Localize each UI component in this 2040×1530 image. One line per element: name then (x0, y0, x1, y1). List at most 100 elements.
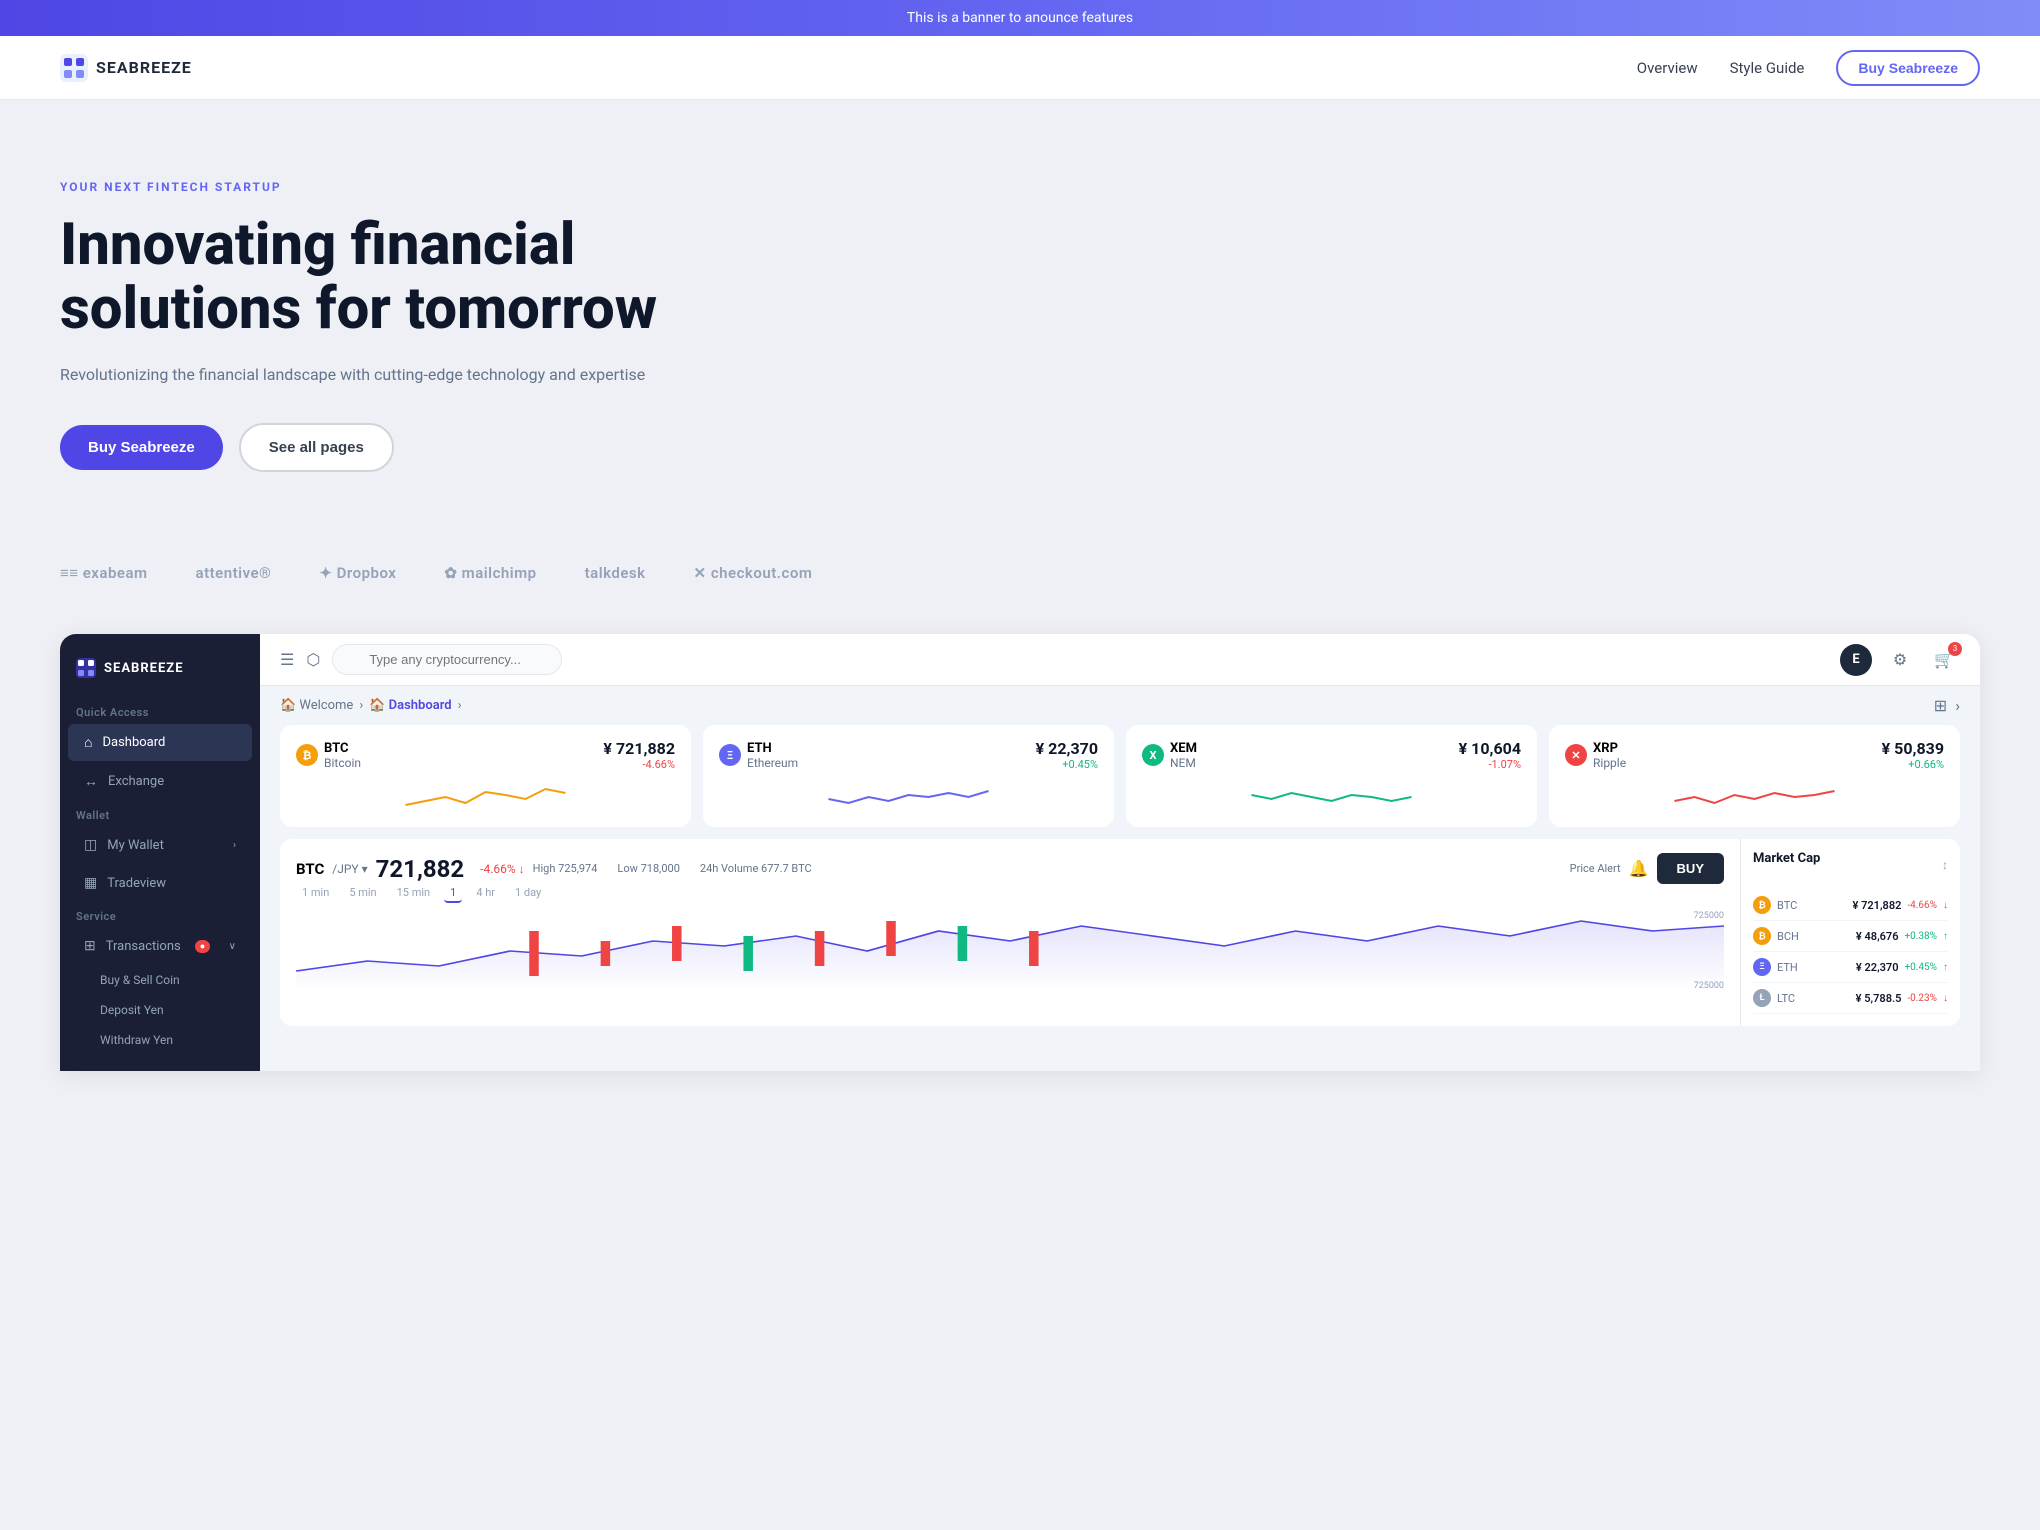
sidebar-logo: SEABREEZE (60, 650, 260, 698)
sidebar-item-label: Tradeview (107, 876, 166, 891)
view-toggle: ⊞ › (1934, 696, 1960, 715)
time-tabs: 1 min 5 min 15 min 1 4 hr 1 day (296, 884, 1724, 903)
eth-icon: Ξ (719, 744, 741, 766)
market-row-bch[interactable]: ₿ BCH ¥ 48,676 +0.38% ↑ (1753, 921, 1948, 952)
logo-icon (60, 54, 88, 82)
sidebar-item-transactions[interactable]: ⊞ Transactions ● ∨ (68, 928, 252, 964)
time-tab-5min[interactable]: 5 min (343, 884, 382, 903)
sidebar-item-exchange[interactable]: ↔ Exchange (68, 763, 252, 800)
market-cap-panel: Market Cap ↕ ₿ BTC ¥ 721,882 -4.66% ↓ ₿ … (1740, 839, 1960, 1026)
logo-checkout: ✕ checkout.com (694, 564, 813, 582)
coin-card-eth: Ξ ETH Ethereum ¥ 22,370 +0.45% (703, 725, 1114, 827)
sidebar-quick-access-label: Quick Access (60, 698, 260, 723)
price-alert-icon[interactable]: 🔔 (1629, 859, 1649, 878)
market-bch-icon: ₿ (1753, 927, 1771, 945)
hero-buttons: Buy Seabreeze See all pages (60, 423, 700, 472)
xem-icon: X (1142, 744, 1164, 766)
hero-title: Innovating financial solutions for tomor… (60, 214, 700, 342)
time-tab-1min[interactable]: 1 min (296, 884, 335, 903)
eth-symbol: ETH (747, 741, 798, 756)
sidebar-item-withdraw[interactable]: Withdraw Yen (60, 1025, 260, 1055)
topbar-icons: E ⚙ 🛒 3 (1840, 644, 1960, 676)
time-tab-15min[interactable]: 15 min (391, 884, 437, 903)
home-icon: ⌂ (84, 734, 92, 751)
time-tab-4hr[interactable]: 4 hr (470, 884, 501, 903)
buy-button[interactable]: BUY (1657, 853, 1724, 884)
hero-secondary-button[interactable]: See all pages (239, 423, 394, 472)
market-row-btc[interactable]: ₿ BTC ¥ 721,882 -4.66% ↓ (1753, 890, 1948, 921)
menu-icon[interactable]: ☰ (280, 650, 294, 669)
transactions-icon: ⊞ (84, 938, 96, 954)
sidebar-wallet-label: Wallet (60, 801, 260, 826)
coin-ticker-row: ₿ BTC Bitcoin ¥ 721,882 -4.66% (260, 725, 1980, 839)
user-avatar[interactable]: E (1840, 644, 1872, 676)
nav-overview[interactable]: Overview (1637, 59, 1698, 77)
sidebar-service-label: Service (60, 902, 260, 927)
market-eth-price: ¥ 22,370 (1856, 961, 1899, 974)
coin-card-xrp: ✕ XRP Ripple ¥ 50,839 +0.66% (1549, 725, 1960, 827)
dashboard-preview: SEABREEZE Quick Access ⌂ Dashboard ↔ Exc… (60, 634, 1980, 1071)
box-icon[interactable]: ⬡ (306, 650, 320, 669)
price-alert-label: Price Alert (1570, 862, 1621, 875)
sidebar-item-tradeview[interactable]: ▦ Tradeview (68, 865, 252, 901)
hero-subtitle: Revolutionizing the financial landscape … (60, 362, 700, 388)
navbar-logo[interactable]: SEABREEZE (60, 54, 192, 82)
eth-mini-chart (719, 777, 1098, 813)
sidebar-item-label: Transactions (106, 939, 181, 954)
market-eth-name: ETH (1777, 961, 1850, 974)
grid-view-icon[interactable]: ⊞ (1934, 696, 1947, 715)
market-eth-change: +0.45% (1905, 962, 1938, 973)
market-eth-icon: Ξ (1753, 958, 1771, 976)
logo-exabeam: ≡≡ exabeam (60, 564, 148, 582)
settings-icon[interactable]: ⚙ (1884, 644, 1916, 676)
market-ltc-change: -0.23% (1907, 993, 1937, 1004)
breadcrumb-welcome: 🏠 Welcome (280, 698, 353, 713)
xrp-name: Ripple (1593, 756, 1626, 770)
search-input[interactable] (332, 644, 562, 675)
market-bch-name: BCH (1777, 930, 1850, 943)
dashboard-main: ☰ ⬡ 🔍 E ⚙ 🛒 3 🏠 Welcome › 🏠 Dashboard (260, 634, 1980, 1071)
xrp-change: +0.66% (1882, 758, 1944, 771)
market-ltc-name: LTC (1777, 992, 1850, 1005)
market-ltc-icon: Ł (1753, 989, 1771, 1007)
market-row-eth[interactable]: Ξ ETH ¥ 22,370 +0.45% ↑ (1753, 952, 1948, 983)
sidebar-item-dashboard[interactable]: ⌂ Dashboard (68, 724, 252, 761)
btc-big-chart (296, 911, 1724, 991)
market-btc-change: -4.66% (1907, 900, 1937, 911)
navbar-buy-button[interactable]: Buy Seabreeze (1836, 50, 1980, 86)
wallet-icon: ◫ (84, 837, 97, 853)
xrp-price: ¥ 50,839 (1882, 739, 1944, 758)
xem-name: NEM (1170, 756, 1197, 770)
time-tab-1[interactable]: 1 (444, 884, 462, 903)
xrp-symbol: XRP (1593, 741, 1626, 756)
btc-name: Bitcoin (324, 756, 361, 770)
hero-primary-button[interactable]: Buy Seabreeze (60, 425, 223, 470)
xrp-mini-chart (1565, 777, 1944, 813)
market-row-ltc[interactable]: Ł LTC ¥ 5,788.5 -0.23% ↓ (1753, 983, 1948, 1014)
logo-attentive: attentive® (196, 564, 272, 582)
chevron-right-icon[interactable]: › (1955, 696, 1960, 715)
sidebar-item-deposit[interactable]: Deposit Yen (60, 995, 260, 1025)
btc-chart: BTC /JPY ▾ 721,882 -4.66% ↓ High 725,974… (280, 839, 1740, 1026)
chart-header: BTC /JPY ▾ 721,882 -4.66% ↓ High 725,974… (296, 853, 1724, 884)
btc-symbol: BTC (324, 741, 361, 756)
logo-mailchimp: ✿ mailchimp (444, 564, 536, 582)
hero-section: YOUR NEXT FINTECH STARTUP Innovating fin… (0, 100, 760, 532)
sidebar-item-label: Dashboard (102, 735, 165, 750)
nav-style-guide[interactable]: Style Guide (1730, 59, 1805, 77)
xrp-icon: ✕ (1565, 744, 1587, 766)
sidebar-item-label: Exchange (108, 774, 164, 789)
market-eth-arrow: ↑ (1943, 962, 1948, 973)
time-tab-1day[interactable]: 1 day (509, 884, 547, 903)
cart-icon[interactable]: 🛒 3 (1928, 644, 1960, 676)
market-btc-price: ¥ 721,882 (1853, 899, 1902, 912)
sidebar-item-wallet[interactable]: ◫ My Wallet › (68, 827, 252, 863)
expand-icon[interactable]: ↕ (1942, 858, 1948, 872)
sidebar-item-buy-sell[interactable]: Buy & Sell Coin (60, 965, 260, 995)
cart-badge: 3 (1948, 642, 1962, 656)
chart-market-row: BTC /JPY ▾ 721,882 -4.66% ↓ High 725,974… (280, 839, 1960, 1026)
announcement-banner: This is a banner to anounce features (0, 0, 2040, 36)
market-ltc-arrow: ↓ (1943, 993, 1948, 1004)
xem-mini-chart (1142, 777, 1521, 813)
market-ltc-price: ¥ 5,788.5 (1856, 992, 1902, 1005)
